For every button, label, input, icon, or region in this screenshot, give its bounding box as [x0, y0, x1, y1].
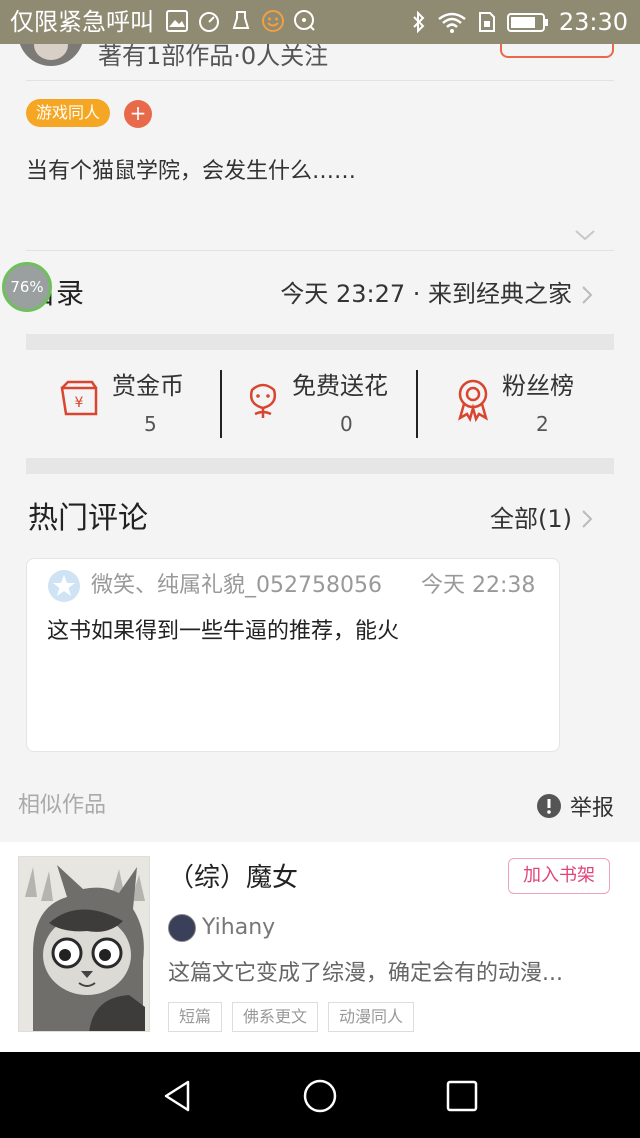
battery-icon: [506, 13, 548, 32]
stat-value: 2: [536, 412, 549, 436]
stat-flower[interactable]: 免费送花 0: [240, 366, 410, 436]
hot-comments-title: 热门评论: [28, 501, 148, 536]
home-circle-icon[interactable]: [302, 1078, 338, 1114]
toc-latest-chapter[interactable]: 今天 23:27 · 来到经典之家: [280, 276, 572, 312]
wifi-icon: [438, 12, 466, 33]
sim-icon: [478, 12, 495, 32]
stat-value: 5: [144, 412, 157, 436]
medal-icon: [457, 379, 489, 422]
book-detail-content: 著有1部作品·0人关注 游戏同人 + 当有个猫鼠学院，会发生什么…… 目录 今天…: [0, 44, 640, 842]
comment-username[interactable]: 微笑、纯属礼貌_052758056: [91, 571, 382, 601]
genre-tag[interactable]: 游戏同人: [26, 99, 111, 127]
svg-text:¥: ¥: [75, 395, 84, 411]
book-tags: 短篇 佛系更文 动漫同人: [168, 1002, 415, 1032]
follow-button[interactable]: [500, 44, 614, 58]
book-tag[interactable]: 动漫同人: [328, 1002, 415, 1032]
comment-card[interactable]: 微笑、纯属礼貌_052758056 今天 22:38 这书如果得到一些牛逼的推荐…: [26, 558, 560, 752]
add-tag-button[interactable]: +: [124, 100, 152, 128]
book-description: 这篇文它变成了综漫，确定会有的动漫...: [168, 961, 563, 986]
comment-time: 今天 22:38: [421, 573, 536, 598]
add-to-shelf-button[interactable]: 加入书架: [508, 858, 610, 894]
cat-illustration: [19, 857, 149, 1031]
book-cover[interactable]: [18, 856, 150, 1032]
similar-book-card[interactable]: （综）魔女 加入书架 Yihany 这篇文它变成了综漫，确定会有的动漫... 短…: [0, 842, 640, 1052]
default-avatar-icon: [48, 570, 80, 602]
stat-value: 0: [340, 412, 353, 436]
stat-label: 粉丝榜: [502, 372, 574, 400]
book-tag[interactable]: 佛系更文: [232, 1002, 319, 1032]
author-avatar: [168, 914, 196, 942]
stat-divider: [416, 370, 418, 438]
author-avatar[interactable]: [18, 44, 84, 66]
book-author[interactable]: Yihany: [202, 912, 275, 944]
stat-reward-coin[interactable]: ¥ 赏金币 5: [56, 366, 206, 436]
similar-works-label: 相似作品: [18, 793, 107, 818]
flower-icon: [249, 383, 277, 418]
gallery-icon: [166, 10, 188, 32]
all-comments-link[interactable]: 全部(1): [490, 502, 572, 536]
emoji-icon: [262, 10, 284, 32]
recents-square-icon[interactable]: [444, 1078, 480, 1114]
book-tag[interactable]: 短篇: [168, 1002, 223, 1032]
status-time: 23:30: [558, 8, 628, 36]
comment-text: 这书如果得到一些牛逼的推荐，能火: [47, 619, 400, 644]
author-works-meta: 著有1部作品·0人关注: [98, 44, 329, 70]
book-title[interactable]: （综）魔女: [168, 860, 298, 896]
chevron-right-icon[interactable]: [580, 508, 594, 530]
stat-label: 免费送花: [292, 372, 388, 400]
back-triangle-icon[interactable]: [160, 1078, 196, 1114]
report-label: 举报: [570, 796, 615, 821]
floating-progress-badge[interactable]: 76%: [2, 262, 52, 312]
stat-label: 赏金币: [112, 372, 184, 400]
section-separator: [26, 334, 614, 350]
chat-bubble-icon: [294, 10, 315, 31]
report-button[interactable]: 举报: [536, 790, 614, 822]
divider: [26, 250, 614, 251]
divider: [26, 80, 614, 81]
warning-icon: [537, 794, 561, 818]
chevron-right-icon[interactable]: [580, 284, 594, 306]
reward-coin-icon: ¥: [60, 380, 98, 416]
section-separator: [26, 458, 614, 474]
chevron-down-icon[interactable]: [574, 228, 596, 242]
carrier-status-text: 仅限紧急呼叫: [10, 8, 154, 36]
status-bar: 仅限紧急呼叫 23:30: [0, 0, 640, 44]
stat-divider: [220, 370, 222, 438]
cleaner-icon: [232, 11, 250, 29]
speedometer-icon: [199, 12, 219, 32]
system-nav-bar: [0, 1052, 640, 1138]
bluetooth-icon: [413, 10, 425, 34]
stat-fan-ranking[interactable]: 粉丝榜 2: [450, 366, 590, 436]
book-summary: 当有个猫鼠学院，会发生什么……: [26, 159, 357, 184]
